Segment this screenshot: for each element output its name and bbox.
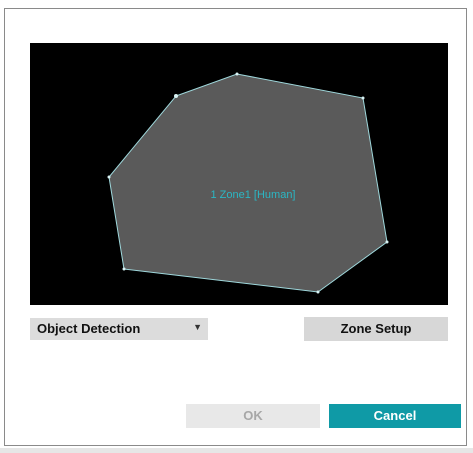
chevron-down-icon: ▼ — [193, 322, 202, 332]
window-bottom-edge — [0, 448, 473, 453]
zone-vertex-handle[interactable] — [235, 72, 239, 76]
zone-vertex-handle[interactable] — [122, 267, 126, 271]
zone-vertex-handle[interactable] — [361, 96, 365, 100]
zone-vertex-handle[interactable] — [107, 175, 111, 179]
zone-setup-button[interactable]: Zone Setup — [304, 317, 448, 341]
video-preview[interactable]: 1 Zone1 [Human] — [30, 43, 448, 305]
zone-overlay[interactable]: 1 Zone1 [Human] — [30, 43, 448, 305]
zone-vertex-handle[interactable] — [174, 94, 178, 98]
detection-zone-polygon[interactable] — [108, 73, 388, 293]
zone-label: 1 Zone1 [Human] — [211, 189, 296, 201]
cancel-button[interactable]: Cancel — [329, 404, 461, 428]
detection-mode-value: Object Detection — [37, 321, 141, 336]
detection-mode-select[interactable]: Object Detection ▼ — [30, 318, 208, 340]
zone-vertex-handle[interactable] — [385, 240, 389, 244]
ok-button[interactable]: OK — [186, 404, 320, 428]
zone-vertex-handle[interactable] — [316, 290, 320, 294]
